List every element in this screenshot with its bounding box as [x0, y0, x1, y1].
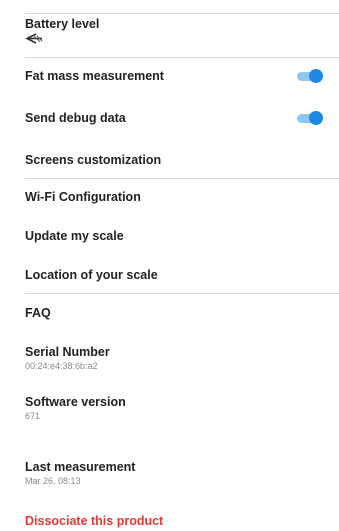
serial-number-label: Serial Number	[25, 345, 110, 359]
update-scale-item[interactable]: Update my scale	[25, 225, 323, 247]
last-measurement-value: Mar 26, 08:13	[25, 476, 81, 486]
scale-location-item[interactable]: Location of your scale	[25, 264, 323, 286]
settings-screen: Battery level Fat mass measurement Send …	[0, 0, 339, 531]
dissociate-product-button[interactable]: Dissociate this product	[25, 511, 323, 531]
wifi-configuration-item[interactable]: Wi-Fi Configuration	[25, 186, 323, 208]
screens-customization-item[interactable]: Screens customization	[25, 149, 323, 171]
scale-location-label: Location of your scale	[25, 268, 158, 282]
update-scale-label: Update my scale	[25, 229, 124, 243]
send-debug-row[interactable]: Send debug data	[25, 107, 323, 129]
battery-level-row: Battery level	[25, 17, 323, 44]
dissociate-product-label: Dissociate this product	[25, 514, 164, 528]
fat-mass-row[interactable]: Fat mass measurement	[25, 65, 323, 87]
serial-number-value: 00:24:e4:38:6b:a2	[25, 361, 98, 371]
serial-number-row: Serial Number 00:24:e4:38:6b:a2	[25, 345, 323, 371]
fat-mass-label: Fat mass measurement	[25, 69, 164, 83]
faq-item[interactable]: FAQ	[25, 302, 323, 324]
divider	[25, 57, 339, 58]
divider	[25, 178, 339, 179]
screens-customization-label: Screens customization	[25, 153, 162, 167]
faq-label: FAQ	[25, 306, 51, 320]
send-debug-label: Send debug data	[25, 111, 126, 125]
divider	[25, 293, 339, 294]
divider	[25, 13, 339, 14]
software-version-value: 671	[25, 411, 41, 421]
last-measurement-label: Last measurement	[25, 460, 136, 474]
send-debug-toggle[interactable]	[295, 111, 323, 125]
battery-level-label: Battery level	[25, 17, 100, 31]
fat-mass-toggle[interactable]	[295, 69, 323, 83]
wifi-configuration-label: Wi-Fi Configuration	[25, 190, 141, 204]
last-measurement-row: Last measurement Mar 26, 08:13	[25, 460, 323, 486]
software-version-label: Software version	[25, 395, 126, 409]
software-version-row: Software version 671	[25, 395, 323, 421]
battery-unknown-icon	[25, 33, 43, 44]
